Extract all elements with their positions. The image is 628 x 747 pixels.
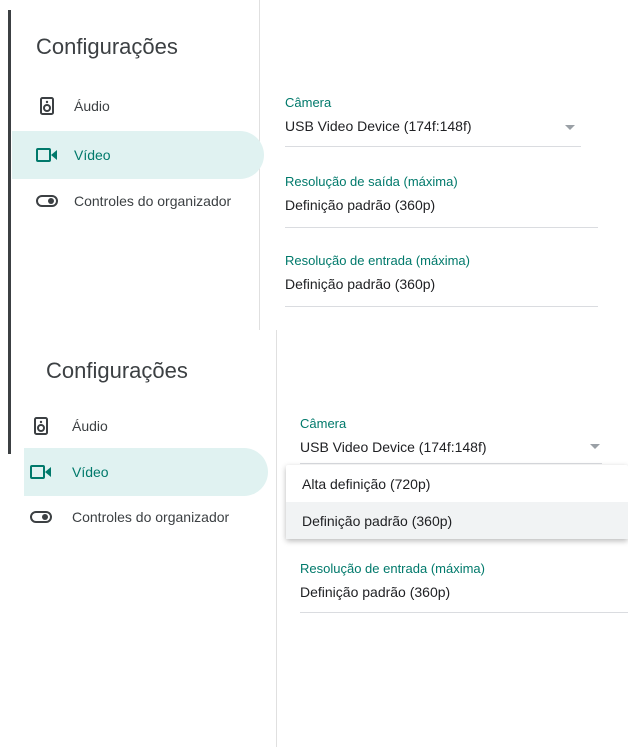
input-resolution-select[interactable]: Resolução de entrada (máxima) Definição … (300, 561, 628, 613)
menu-option-hd[interactable]: Alta definição (720p) (286, 465, 628, 502)
input-resolution-label: Resolução de entrada (máxima) (285, 253, 470, 268)
camera-label: Câmera (300, 416, 347, 431)
chevron-down-icon (590, 444, 600, 449)
camera-label: Câmera (285, 95, 332, 110)
input-resolution-value: Definição padrão (360p) (285, 276, 436, 292)
page-title: Configurações (46, 358, 188, 383)
field-underline (285, 306, 598, 307)
sidebar-item-audio[interactable]: Áudio (12, 82, 276, 130)
divider (276, 330, 277, 747)
toggle-icon (36, 190, 58, 212)
sidebar-item-label: Áudio (74, 98, 110, 114)
page-title: Configurações (36, 34, 178, 59)
toggle-icon (30, 506, 52, 528)
sidebar-item-label: Vídeo (74, 147, 111, 163)
sidebar-item-label: Áudio (72, 418, 108, 434)
sidebar-item-audio[interactable]: Áudio (24, 402, 268, 450)
sidebar-item-label: Controles do organizador (72, 509, 230, 525)
field-underline (300, 463, 602, 464)
input-resolution-label: Resolução de entrada (máxima) (300, 561, 485, 576)
sidebar-item-video[interactable]: Vídeo (12, 131, 264, 179)
output-resolution-dropdown-menu: Alta definição (720p) Definição padrão (… (286, 465, 628, 539)
video-camera-icon (30, 461, 52, 483)
camera-select[interactable]: Câmera USB Video Device (174f:148f) (300, 416, 602, 464)
output-resolution-select[interactable]: Resolução de saída (máxima) Definição pa… (285, 174, 598, 228)
camera-value: USB Video Device (174f:148f) (300, 439, 487, 455)
field-underline (285, 227, 598, 228)
output-resolution-value: Definição padrão (360p) (285, 197, 436, 213)
input-resolution-select[interactable]: Resolução de entrada (máxima) Definição … (285, 253, 598, 307)
settings-panel-top: Configurações Áudio Vídeo Controles do o… (0, 0, 628, 330)
camera-select[interactable]: Câmera USB Video Device (174f:148f) (285, 95, 581, 147)
sidebar-item-label: Vídeo (72, 464, 109, 480)
camera-value: USB Video Device (174f:148f) (285, 118, 472, 134)
speaker-icon (30, 415, 52, 437)
chevron-down-icon (565, 125, 575, 130)
sidebar-item-video[interactable]: Vídeo (24, 448, 268, 496)
field-underline (300, 612, 628, 613)
sidebar-item-organizer-controls[interactable]: Controles do organizador (24, 493, 274, 541)
input-resolution-value: Definição padrão (360p) (300, 584, 451, 600)
speaker-icon (36, 95, 58, 117)
sidebar-item-label: Controles do organizador (74, 193, 232, 209)
video-camera-icon (36, 144, 58, 166)
window-edge-bar (8, 10, 11, 454)
sidebar-item-organizer-controls[interactable]: Controles do organizador (12, 177, 276, 225)
output-resolution-label: Resolução de saída (máxima) (285, 174, 458, 189)
field-underline (285, 146, 581, 147)
menu-option-sd[interactable]: Definição padrão (360p) (286, 502, 628, 539)
